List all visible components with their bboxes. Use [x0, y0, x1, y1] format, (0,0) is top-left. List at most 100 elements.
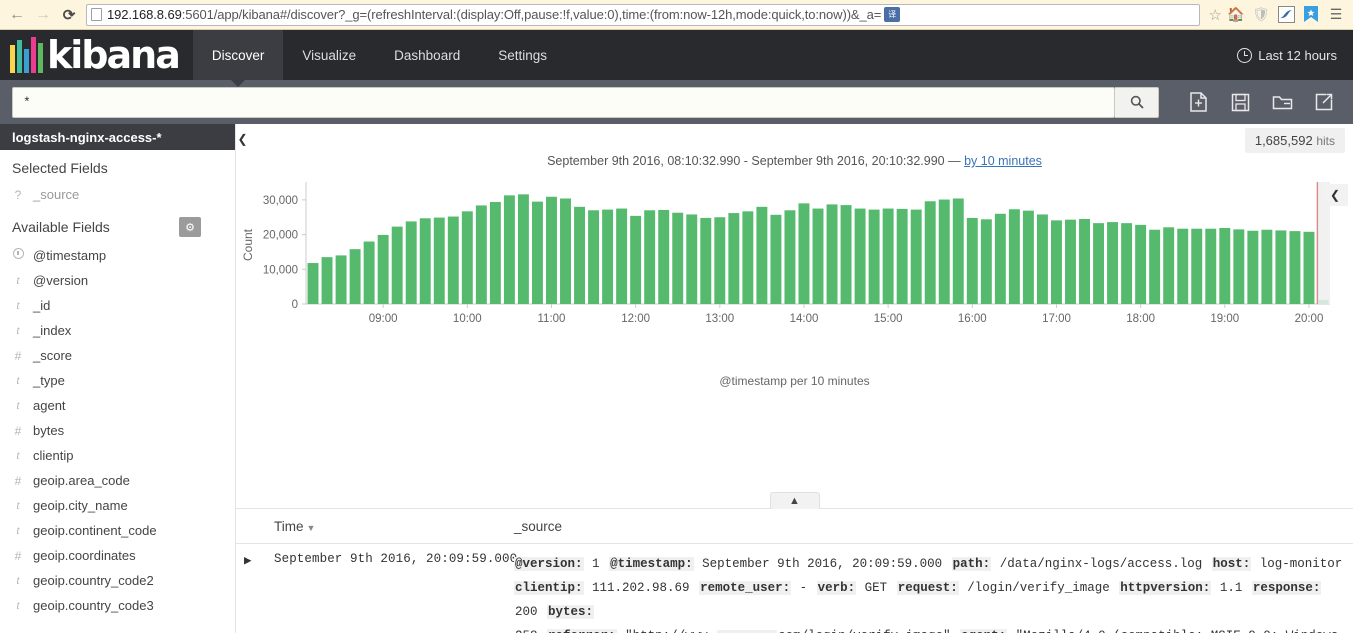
svg-text:17:00: 17:00 [1042, 313, 1071, 325]
sidebar-field-source[interactable]: ? _source [0, 182, 235, 207]
svg-text:10,000: 10,000 [263, 264, 298, 276]
share-search-icon[interactable] [1303, 85, 1345, 119]
sidebar-field-score[interactable]: # _score [0, 343, 235, 368]
tab-dashboard[interactable]: Dashboard [375, 30, 479, 80]
field-key: @timestamp: [609, 557, 694, 571]
search-input[interactable]: * [12, 86, 1115, 118]
kibana-logo[interactable]: kibana [0, 30, 193, 80]
discover-content: ❮ 1,685,592 hits September 9th 2016, 08:… [236, 124, 1353, 633]
field-value: September 9th 2016, 20:09:59.000 [702, 557, 943, 571]
expand-column-header [236, 509, 266, 544]
document-table-body: ▶ September 9th 2016, 20:09:59.000 @versio… [236, 543, 1353, 633]
number-type-icon: # [14, 348, 22, 363]
collapse-sidebar-button[interactable]: ❮ [236, 130, 249, 148]
question-icon: ? [14, 187, 22, 202]
index-pattern-selector[interactable]: logstash-nginx-access-* [0, 124, 235, 150]
tab-visualize[interactable]: Visualize [283, 30, 375, 80]
field-value: GET [864, 581, 888, 595]
sidebar-field-agent[interactable]: t agent [0, 393, 235, 418]
sidebar-field-geoip-city-name[interactable]: t geoip.city_name [0, 493, 235, 518]
sidebar-field-index[interactable]: t _index [0, 318, 235, 343]
time-column-header[interactable]: Time ▼ [266, 509, 506, 544]
histogram-svg[interactable]: 0 10,000 20,000 30,000 09:00 10:00 11:00 12:00 1… [236, 176, 1353, 362]
string-type-icon: t [16, 398, 20, 412]
svg-text:09:00: 09:00 [369, 313, 398, 325]
svg-text:20,000: 20,000 [263, 230, 298, 242]
translate-icon[interactable]: 译 [884, 7, 901, 22]
save-search-icon[interactable] [1219, 85, 1261, 119]
browser-toolbar: ← → ⟳ 192.168.8.69:5601/app/kibana#/disc… [0, 0, 1353, 30]
field-value: 1.1 [1219, 581, 1243, 595]
swoosh-icon[interactable] [1277, 6, 1295, 24]
chart-time-range-header: September 9th 2016, 08:10:32.990 - Septe… [236, 124, 1353, 168]
field-key: remote_user: [699, 581, 792, 595]
forward-arrow-icon[interactable]: → [30, 2, 56, 28]
time-column-label: Time [274, 519, 304, 534]
new-search-icon[interactable] [1177, 85, 1219, 119]
tab-settings[interactable]: Settings [479, 30, 566, 80]
field-name: _score [33, 348, 73, 363]
field-name: agent [33, 398, 66, 413]
open-search-icon[interactable] [1261, 85, 1303, 119]
source-line: clientip: 111.202.98.69 remote_user: - v… [514, 576, 1345, 624]
sidebar-field-clientip[interactable]: t clientip [0, 443, 235, 468]
row-time: September 9th 2016, 20:09:59.000 [266, 543, 517, 633]
sidebar-field-id[interactable]: t _id [0, 293, 235, 318]
query-actions [1159, 85, 1353, 119]
chart-interval-link[interactable]: by 10 minutes [964, 154, 1042, 168]
string-type-icon: t [16, 323, 20, 337]
menu-icon[interactable]: ☰ [1327, 6, 1345, 24]
time-picker-label: Last 12 hours [1258, 47, 1337, 63]
clock-icon [12, 248, 24, 263]
field-name: bytes [33, 423, 65, 438]
svg-text:20:00: 20:00 [1295, 313, 1324, 325]
field-name: geoip.country_code3 [33, 598, 154, 613]
time-picker-button[interactable]: Last 12 hours [1237, 30, 1353, 80]
field-name: geoip.area_code [33, 473, 130, 488]
chart-range-text: September 9th 2016, 08:10:32.990 - Septe… [547, 154, 961, 168]
back-arrow-icon[interactable]: ← [4, 2, 30, 28]
svg-text:11:00: 11:00 [538, 313, 566, 325]
sidebar-field-geoip-continent-code[interactable]: t geoip.continent_code [0, 518, 235, 543]
reload-icon[interactable]: ⟳ [56, 2, 82, 28]
shield-icon[interactable]: 🛡 [1252, 6, 1270, 24]
sidebar-field-geoip-country-code2[interactable]: t geoip.country_code2 [0, 568, 235, 593]
field-value: 200 [515, 605, 538, 619]
field-key: @version: [514, 557, 584, 571]
row-source: @version: 1 @timestamp: September 9th 20… [506, 543, 1353, 633]
expand-row-icon[interactable]: ▶ [236, 543, 266, 633]
gear-icon[interactable]: ⚙ [179, 217, 201, 237]
sidebar-field-geoip-country-code3[interactable]: t geoip.country_code3 [0, 593, 235, 618]
collapse-chart-button[interactable]: ▲ [769, 492, 820, 509]
source-column-header[interactable]: _source [506, 509, 1353, 544]
query-bar: * [0, 80, 1353, 124]
sidebar-field-type[interactable]: t _type [0, 368, 235, 393]
field-key: request: [896, 581, 959, 595]
document-table: Time ▼ _source ▶ September 9th 2016, 20:09… [236, 509, 1353, 633]
sidebar-field-version[interactable]: t @version [0, 268, 235, 293]
sidebar-field-geoip-coordinates[interactable]: # geoip.coordinates [0, 543, 235, 568]
home-icon[interactable]: 🏠 [1227, 6, 1245, 24]
logo-bars-icon [10, 37, 43, 73]
document-table-container[interactable]: Time ▼ _source ▶ September 9th 2016, 20:09… [236, 508, 1353, 633]
tab-discover[interactable]: Discover [192, 30, 284, 87]
table-row[interactable]: ▶ September 9th 2016, 20:09:59.000 @versio… [236, 543, 1353, 633]
search-button[interactable] [1115, 86, 1159, 118]
expand-right-button[interactable]: ❮ [1322, 184, 1348, 206]
field-name: @version [33, 273, 89, 288]
browser-extensions: 🏠 🛡 ☰ [1227, 6, 1349, 24]
sidebar-field-bytes[interactable]: # bytes [0, 418, 235, 443]
bookmark-star-icon[interactable]: ☆ [1209, 6, 1222, 24]
string-type-icon: t [16, 448, 20, 462]
address-bar[interactable]: 192.168.8.69:5601/app/kibana#/discover?_… [86, 3, 1200, 26]
page-info-icon [91, 8, 102, 21]
histogram-chart[interactable]: 0 10,000 20,000 30,000 09:00 10:00 11:00 12:00 1… [236, 176, 1353, 388]
sort-caret-icon[interactable]: ▼ [307, 523, 316, 533]
string-type-icon: t [16, 498, 20, 512]
bookmark-icon[interactable] [1302, 6, 1320, 24]
sidebar-field-geoip-area-code[interactable]: # geoip.area_code [0, 468, 235, 493]
sidebar-field-timestamp[interactable]: @timestamp [0, 243, 235, 268]
field-name: _id [33, 298, 51, 313]
field-name: @timestamp [33, 248, 107, 263]
hits-counter: 1,685,592 hits [1244, 128, 1345, 153]
